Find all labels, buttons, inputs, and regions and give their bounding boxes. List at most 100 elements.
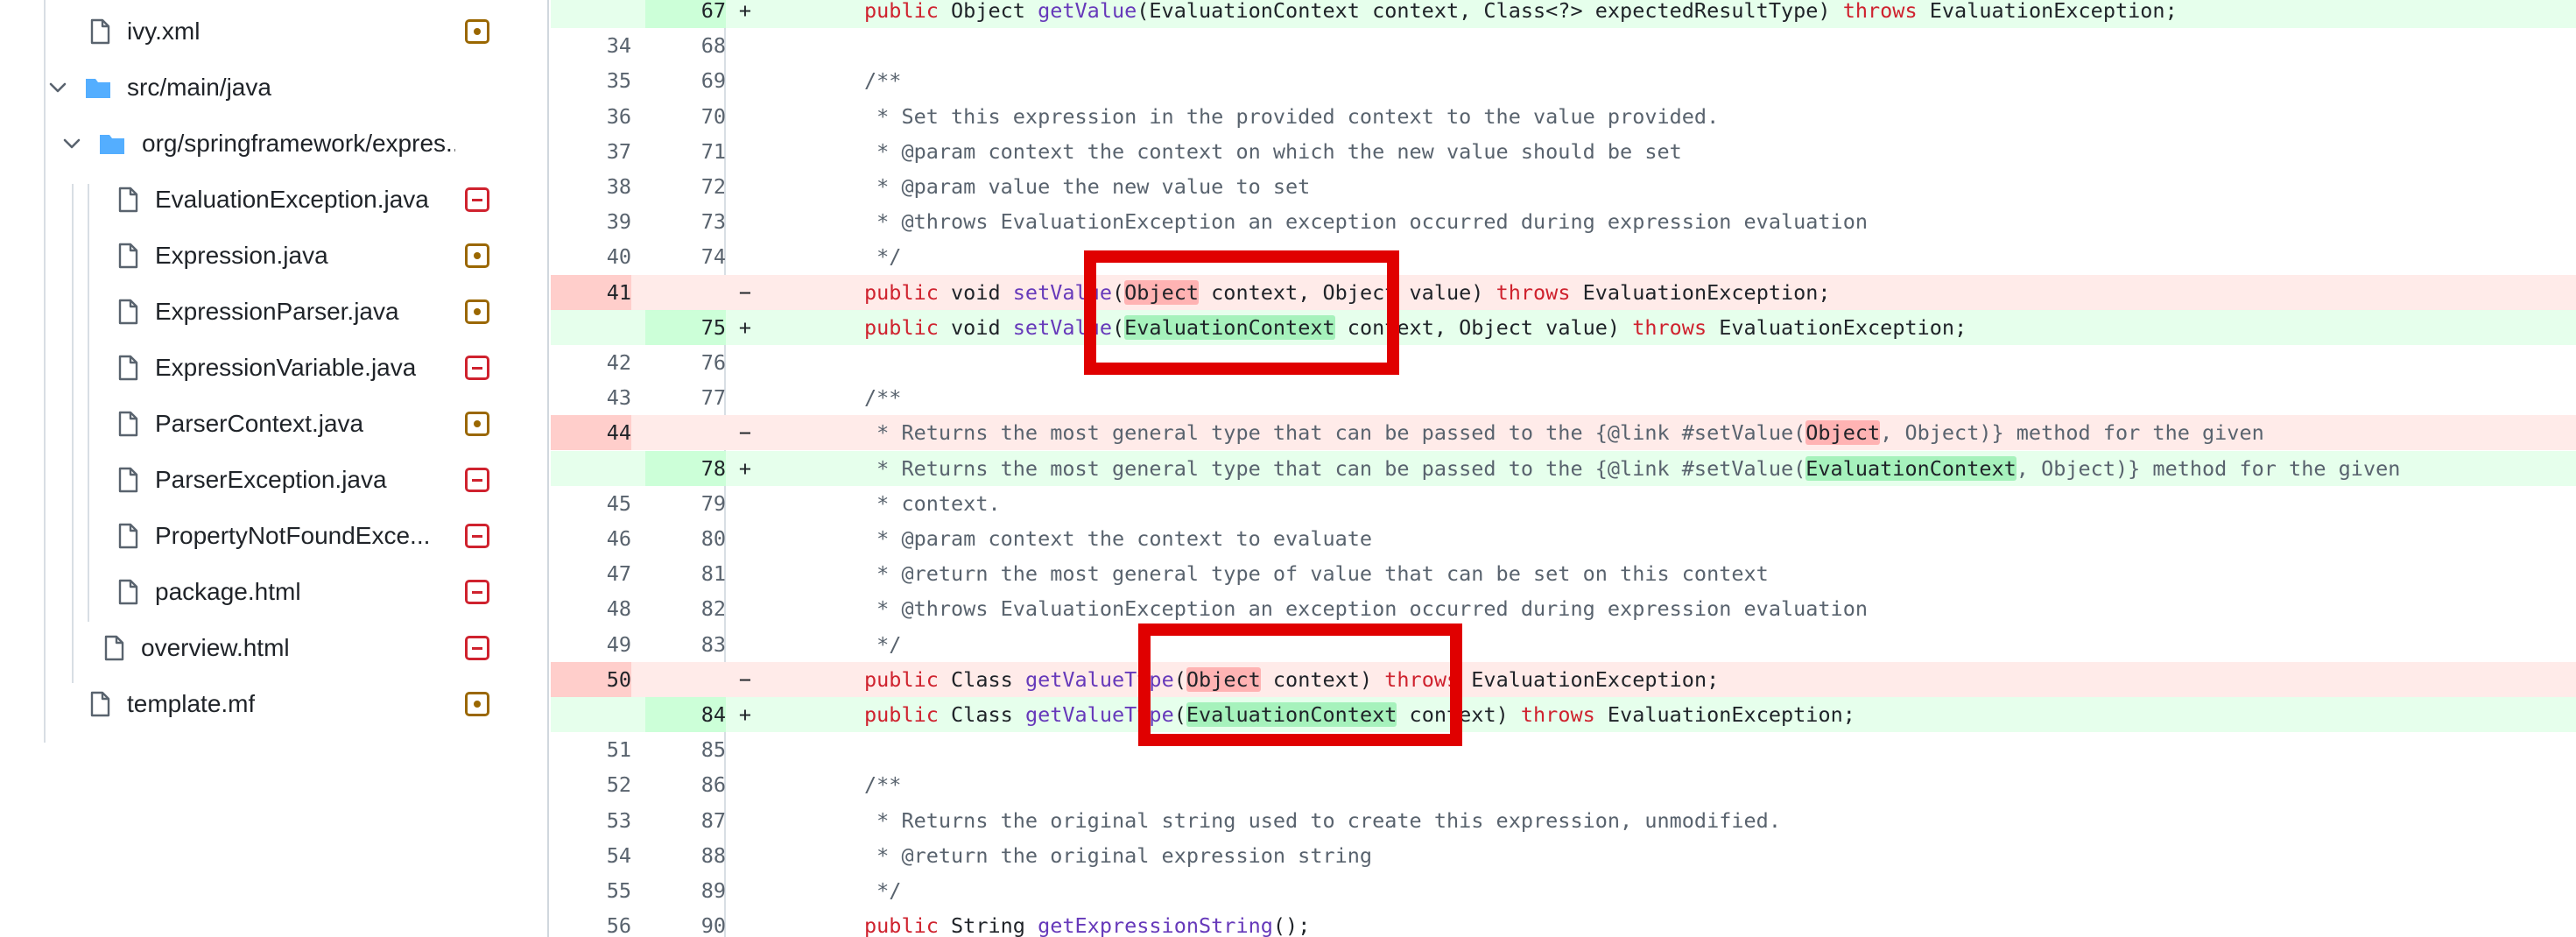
diff-sign: −: [738, 666, 752, 692]
new-line-number[interactable]: 86: [645, 767, 726, 802]
new-line-number[interactable]: 80: [645, 521, 726, 556]
code-token: Object: [938, 0, 1038, 23]
old-line-number[interactable]: 46: [551, 521, 631, 556]
old-line-number[interactable]: 55: [551, 873, 631, 908]
code-token: throws: [1842, 0, 1918, 23]
old-line-number[interactable]: 35: [551, 63, 631, 98]
old-line-number[interactable]: [551, 0, 631, 28]
code-line: public String getExpressionString();: [864, 908, 1310, 937]
file-deleted-icon: [465, 468, 489, 492]
new-line-number[interactable]: 72: [645, 169, 726, 204]
tree-file[interactable]: overview.html: [0, 620, 547, 676]
code-line: * @throws EvaluationException an excepti…: [864, 591, 1868, 626]
tree-file[interactable]: PropertyNotFoundExce...: [0, 508, 547, 564]
old-line-number[interactable]: 36: [551, 99, 631, 134]
code-token: , Object)} method for the given: [1880, 420, 2264, 446]
new-line-number[interactable]: 74: [645, 239, 726, 274]
old-line-number[interactable]: 49: [551, 627, 631, 662]
diff-sign: +: [738, 702, 752, 727]
old-line-number[interactable]: 44: [551, 415, 631, 451]
new-line-number[interactable]: 79: [645, 486, 726, 521]
new-line-number[interactable]: [645, 661, 726, 697]
new-line-number[interactable]: 73: [645, 204, 726, 239]
new-line-number[interactable]: 71: [645, 134, 726, 169]
code-token: * Returns the original string used to cr…: [864, 807, 1781, 833]
new-line-number[interactable]: 70: [645, 99, 726, 134]
new-line-number[interactable]: [645, 415, 726, 451]
code-token: Object: [1805, 420, 1881, 446]
code-token: String: [938, 913, 1038, 937]
code-token: throws: [1632, 314, 1707, 340]
new-line-number[interactable]: 77: [645, 380, 726, 415]
new-line-number[interactable]: 81: [645, 556, 726, 591]
file-modified-icon: [465, 299, 489, 324]
old-line-number[interactable]: 34: [551, 28, 631, 63]
diff-sign: −: [738, 420, 752, 446]
new-line-number[interactable]: 85: [645, 732, 726, 767]
tree-file[interactable]: ExpressionParser.java: [0, 284, 547, 340]
code-token: /**: [864, 772, 902, 798]
old-line-number[interactable]: 43: [551, 380, 631, 415]
tree-file[interactable]: Expression.java: [0, 228, 547, 284]
old-line-number[interactable]: 50: [551, 661, 631, 697]
code-line: * Returns the most general type that can…: [864, 415, 2264, 450]
old-line-number[interactable]: [551, 309, 631, 345]
old-line-number[interactable]: 48: [551, 591, 631, 626]
old-line-number[interactable]: 37: [551, 134, 631, 169]
code-line: */: [864, 627, 901, 662]
new-line-number[interactable]: 90: [645, 908, 726, 937]
tree-item-label: ivy.xml: [127, 18, 201, 45]
old-line-number[interactable]: [551, 450, 631, 486]
old-line-number[interactable]: 56: [551, 908, 631, 937]
old-line-number[interactable]: 54: [551, 838, 631, 873]
diff-row-context: 35 69 /**: [551, 63, 2576, 98]
tree-file[interactable]: EvaluationException.java: [0, 172, 547, 228]
old-line-number[interactable]: 52: [551, 767, 631, 802]
tree-file[interactable]: package.html: [0, 564, 547, 620]
old-line-number[interactable]: 38: [551, 169, 631, 204]
tree-file[interactable]: ExpressionVariable.java: [0, 340, 547, 396]
new-line-number[interactable]: 78: [645, 450, 726, 486]
old-line-number[interactable]: 39: [551, 204, 631, 239]
old-line-number[interactable]: 51: [551, 732, 631, 767]
folder-icon: [98, 130, 126, 158]
tree-file[interactable]: ivy.xml: [0, 4, 547, 60]
new-line-number[interactable]: 88: [645, 838, 726, 873]
diff-row-context: 54 88 * @return the original expression s…: [551, 838, 2576, 873]
new-line-number[interactable]: 69: [645, 63, 726, 98]
old-line-number[interactable]: 47: [551, 556, 631, 591]
code-token: public: [864, 913, 939, 937]
tree-file[interactable]: template.mf: [0, 676, 547, 732]
old-line-number[interactable]: 41: [551, 274, 631, 310]
tree-file[interactable]: ParserException.java: [0, 452, 547, 508]
tree-folder[interactable]: src/main/java: [0, 60, 547, 116]
new-line-number[interactable]: 87: [645, 803, 726, 838]
tree-item-label: src/main/java: [127, 74, 271, 101]
code-line: * @param value the new value to set: [864, 169, 1310, 204]
new-line-number[interactable]: 83: [645, 627, 726, 662]
diff-row-context: 53 87 * Returns the original string used …: [551, 803, 2576, 838]
new-line-number[interactable]: [645, 274, 726, 310]
new-line-number[interactable]: 75: [645, 309, 726, 345]
diff-row-context: 49 83 */: [551, 627, 2576, 662]
code-token: * Returns the most general type that can…: [864, 455, 1806, 481]
old-line-number[interactable]: [551, 697, 631, 732]
code-line: * @param context the context to evaluate: [864, 521, 1372, 556]
chevron-down-icon[interactable]: [61, 133, 82, 154]
new-line-number[interactable]: 76: [645, 345, 726, 380]
code-token: throws: [1520, 702, 1595, 727]
tree-file[interactable]: ParserContext.java: [0, 396, 547, 452]
old-line-number[interactable]: 53: [551, 803, 631, 838]
new-line-number[interactable]: 67: [645, 0, 726, 28]
file-deleted-icon: [465, 187, 489, 212]
new-line-number[interactable]: 68: [645, 28, 726, 63]
code-token: /**: [864, 385, 902, 411]
old-line-number[interactable]: 45: [551, 486, 631, 521]
tree-folder[interactable]: org/springframework/expres...: [0, 116, 547, 172]
new-line-number[interactable]: 84: [645, 697, 726, 732]
old-line-number[interactable]: 40: [551, 239, 631, 274]
new-line-number[interactable]: 82: [645, 591, 726, 626]
old-line-number[interactable]: 42: [551, 345, 631, 380]
chevron-down-icon[interactable]: [47, 77, 68, 98]
new-line-number[interactable]: 89: [645, 873, 726, 908]
